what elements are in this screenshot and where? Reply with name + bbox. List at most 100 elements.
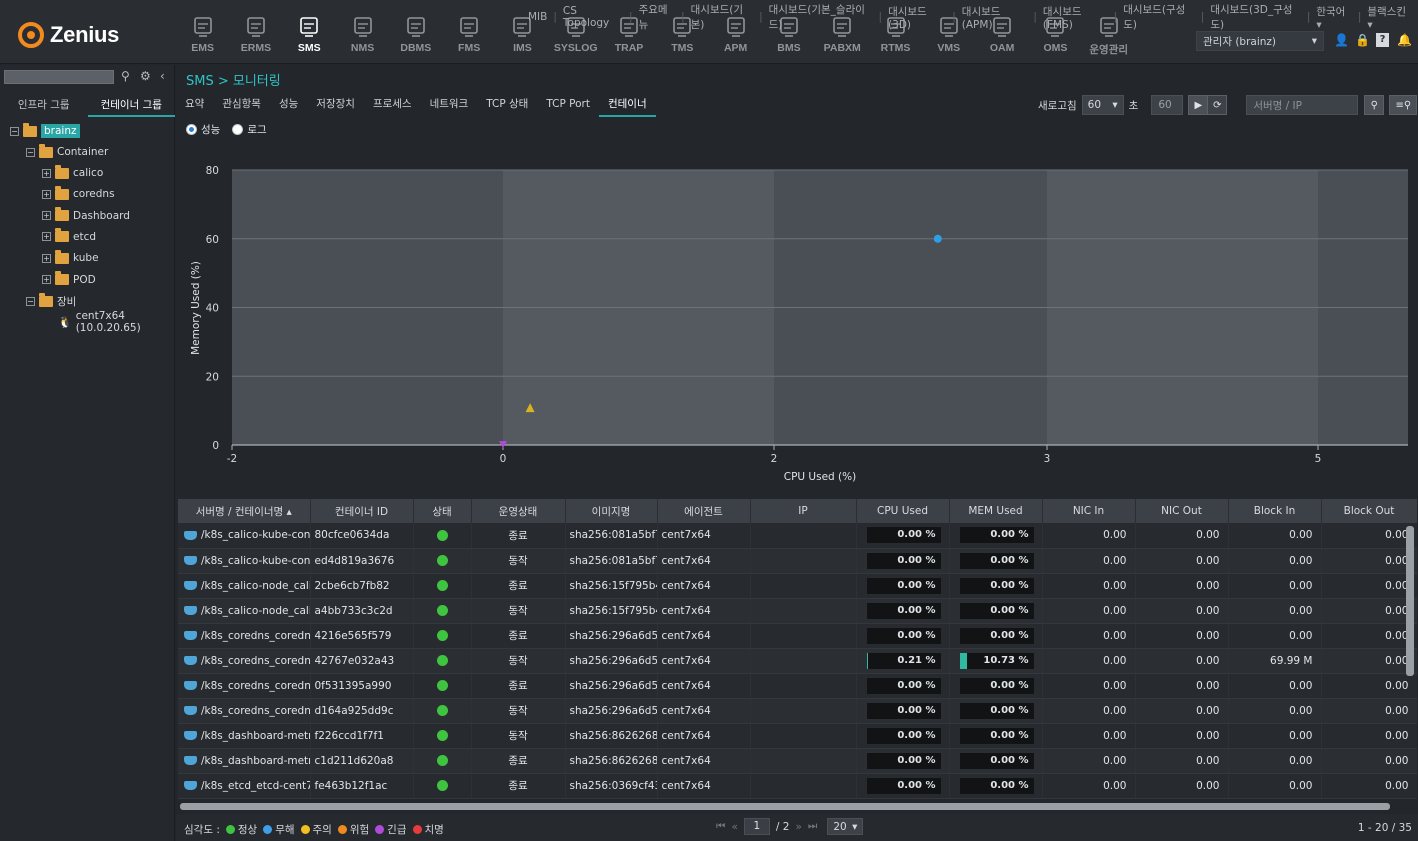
search-button[interactable]: ⚲ [1364,95,1385,115]
column-header[interactable]: Block In [1228,499,1322,523]
column-header[interactable]: 이미지명 [565,499,658,523]
zenius-logo[interactable]: Zenius [18,22,119,48]
top-link[interactable]: CS Topology [557,5,629,29]
column-header[interactable]: 에이전트 [657,499,751,523]
horizontal-scrollbar[interactable] [180,803,1390,810]
module-sms[interactable]: SMS [283,14,336,58]
column-header[interactable]: NIC Out [1135,499,1229,523]
column-header[interactable]: 상태 [413,499,472,523]
radio-log[interactable]: 로그 [232,122,267,137]
tab-monitor[interactable]: 성능 [270,95,307,117]
top-link[interactable]: 주요메뉴 [633,2,681,32]
tab-monitor[interactable]: TCP 상태 [477,95,537,117]
table-row[interactable]: /k8s_dashboard-metricsf226ccd1f7f1 동작sha2… [178,723,1417,749]
container-name-cell[interactable]: /k8s_dashboard-metrics [178,748,311,774]
tab-container-group[interactable]: 컨테이너 그룹 [87,95,175,117]
expand-icon[interactable]: + [42,232,51,242]
tab-monitor[interactable]: 저장장치 [307,95,364,117]
container-name-cell[interactable]: /k8s_calico-kube-contro [178,523,311,549]
top-link[interactable]: 대시보드(구성도) [1117,2,1201,32]
container-name-cell[interactable]: /k8s_calico-node_calico- [178,573,311,599]
collapse-icon[interactable]: − [26,296,35,306]
container-name-cell[interactable]: /k8s_coredns_coredns-5 [178,698,311,724]
table-row[interactable]: /k8s_coredns_coredns-54216e565f579 종료sha2… [178,623,1417,649]
container-name-cell[interactable]: /k8s_calico-node_calico- [178,598,311,624]
tab-monitor[interactable]: 관심항목 [213,95,270,117]
help-icon[interactable]: ? [1376,33,1389,47]
top-link[interactable]: 대시보드(기본_슬라이드) [763,2,879,32]
page-input[interactable]: 1 [743,818,770,835]
column-header[interactable]: IP [750,499,857,523]
tree-node-root[interactable]: − brainz [10,122,80,140]
server-search-input[interactable]: 서버명 / IP [1246,95,1359,115]
tab-monitor[interactable]: 프로세스 [364,95,421,117]
top-link[interactable]: 대시보드(APM) [956,4,1034,31]
module-fms[interactable]: FMS [442,14,495,58]
table-row[interactable]: /k8s_calico-node_calico-a4bb733c3c2d 동작sh… [178,598,1417,624]
tab-monitor[interactable]: TCP Port [537,95,599,117]
table-row[interactable]: /k8s_calico-kube-controed4d819a3676 동작sha… [178,548,1417,574]
table-row[interactable]: /k8s_coredns_coredns-542767e032a43 동작sha2… [178,648,1417,674]
table-row[interactable]: /k8s_calico-kube-contro80cfce0634da 종료sha… [178,523,1417,549]
bell-icon[interactable]: 🔔 [1397,33,1412,47]
reload-button[interactable]: ⟳ [1207,95,1228,115]
radio-performance[interactable]: 성능 [186,122,220,137]
tab-monitor[interactable]: 네트워크 [421,95,478,117]
container-name-cell[interactable]: /k8s_coredns_coredns-5 [178,648,311,674]
top-link[interactable]: 한국어 ▾ [1310,4,1357,31]
column-header[interactable]: 컨테이너 ID [310,499,414,523]
tree-node-group[interactable]: + calico [42,164,103,182]
table-row[interactable]: /k8s_calico-node_calico-2cbe6cb7fb82 종료sh… [178,573,1417,599]
table-row[interactable]: /k8s_etcd_etcd-cent7x64fe463b12f1ac 종료sha… [178,773,1417,799]
column-header[interactable]: Block Out [1321,499,1417,523]
table-row[interactable]: /k8s_dashboard-metricsc1d211d620a8 종료sha2… [178,748,1417,774]
top-link[interactable]: MIB [522,11,553,23]
container-name-cell[interactable]: /k8s_etcd_etcd-cent7x64 [178,773,311,799]
tab-monitor[interactable]: 요약 [176,95,213,117]
expand-icon[interactable]: + [42,275,51,284]
refresh-seconds-field[interactable]: 60 [1151,95,1184,115]
tree-node-device[interactable]: 🐧 cent7x64 (10.0.20.65) [58,310,175,334]
user-profile-icon[interactable]: 👤 [1334,33,1349,47]
tab-monitor[interactable]: 컨테이너 [598,95,656,117]
container-name-cell[interactable]: /k8s_coredns_coredns-5 [178,623,311,649]
column-header[interactable]: 서버명 / 컨테이너명 ▴ [178,499,311,523]
column-header[interactable]: 운영상태 [471,499,566,523]
search-icon[interactable]: ⚲ [121,69,130,83]
first-page-icon[interactable]: ⏮ [716,820,725,833]
column-header[interactable]: MEM Used [949,499,1043,523]
gear-icon[interactable]: ⚙ [140,69,151,83]
top-link[interactable]: 대시보드(FMS) [1037,4,1114,31]
lock-icon[interactable]: 🔒 [1355,33,1370,47]
column-header[interactable]: CPU Used [856,499,950,523]
tree-node-group[interactable]: + kube [42,249,99,267]
table-row[interactable]: /k8s_coredns_coredns-5d164a925dd9c 동작sha2… [178,698,1417,724]
refresh-interval-select[interactable]: 60 ▾ [1081,95,1124,115]
advanced-search-button[interactable]: ≡⚲ [1389,95,1418,115]
tree-node-group[interactable]: + coredns [42,185,115,203]
module-nms[interactable]: NMS [336,14,389,58]
container-name-cell[interactable]: /k8s_dashboard-metrics [178,723,311,749]
top-link[interactable]: 블랙스킨 ▾ [1361,4,1418,31]
user-select[interactable]: 관리자 (brainz) ▾ [1196,31,1324,51]
collapse-left-icon[interactable]: ‹ [160,69,165,83]
expand-icon[interactable]: + [42,253,51,263]
top-link[interactable]: 대시보드(3D) [882,4,952,31]
container-name-cell[interactable]: /k8s_coredns_coredns-5 [178,673,311,699]
module-ems[interactable]: EMS [176,14,229,58]
expand-icon[interactable]: + [42,211,51,221]
container-name-cell[interactable]: /k8s_calico-kube-contro [178,548,311,574]
tree-node-devices[interactable]: − 장비 [26,292,76,310]
tree-node-group[interactable]: + Dashboard [42,207,130,225]
column-header[interactable]: NIC In [1042,499,1136,523]
tree-search-input[interactable] [4,70,114,84]
tree-node-group[interactable]: + POD [42,271,96,289]
last-page-icon[interactable]: ⏭ [808,820,817,833]
collapse-icon[interactable]: − [10,126,19,136]
collapse-icon[interactable]: − [26,147,35,157]
expand-icon[interactable]: + [42,189,51,199]
top-link[interactable]: 대시보드(기본) [685,2,759,32]
tree-node-container[interactable]: − Container [26,143,108,161]
play-button[interactable]: ▶ [1188,95,1209,115]
top-link[interactable]: 대시보드(3D_구성도) [1204,2,1306,32]
